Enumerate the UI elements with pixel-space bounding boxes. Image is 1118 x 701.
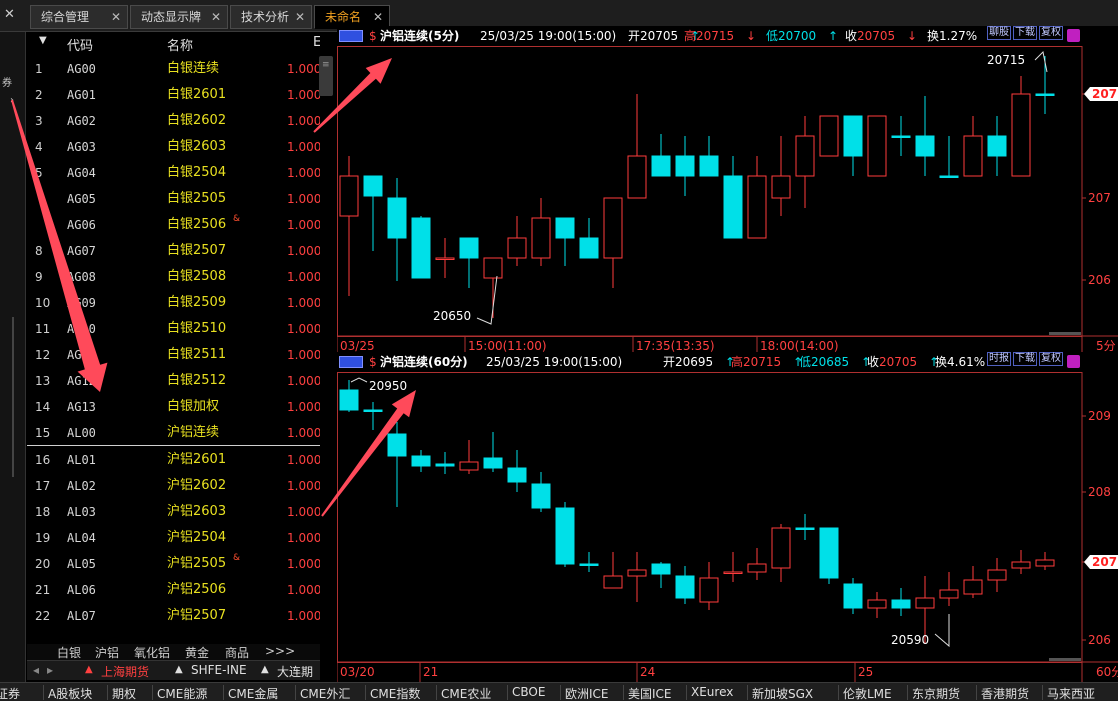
tab-separator <box>43 685 44 700</box>
market-tab[interactable]: 期权 <box>112 685 136 701</box>
tab-separator <box>1042 685 1043 700</box>
tab-separator <box>686 685 687 700</box>
market-tab[interactable]: CME金属 <box>228 685 278 701</box>
tab-separator <box>838 685 839 700</box>
tab-separator <box>295 685 296 700</box>
market-tab[interactable]: CME指数 <box>370 685 420 701</box>
market-tab[interactable]: CBOE <box>512 685 545 699</box>
market-tab[interactable]: 香港期货 <box>981 685 1029 701</box>
tab-separator <box>365 685 366 700</box>
market-tab[interactable]: CME农业 <box>441 685 491 701</box>
market-tab[interactable]: XEurex <box>691 685 733 699</box>
tab-separator <box>436 685 437 700</box>
tab-separator <box>152 685 153 700</box>
market-tab[interactable]: A股板块 <box>48 685 92 701</box>
market-tab[interactable]: 欧洲ICE <box>565 685 609 701</box>
market-tab[interactable]: CME外汇 <box>300 685 350 701</box>
market-tab[interactable]: 马来西亚 <box>1047 685 1095 701</box>
annotation-arrow <box>11 99 108 392</box>
market-tab[interactable]: 东京期货 <box>912 685 960 701</box>
tab-separator <box>976 685 977 700</box>
tab-separator <box>223 685 224 700</box>
market-tab[interactable]: 证券 <box>0 685 20 701</box>
app-window: ✕ 综合管理 ✕ 动态显示牌 ✕ 技术分析 ✕ 未命名 ✕ 券 › ▼ 代码 名… <box>0 0 1118 701</box>
tab-separator <box>107 685 108 700</box>
tab-separator <box>560 685 561 700</box>
market-tab[interactable]: 美国ICE <box>628 685 672 701</box>
tab-separator <box>907 685 908 700</box>
annotation-arrows <box>11 58 416 517</box>
market-bar: 证券 A股板块 期权 CME能源 CME金属 CME外汇 CME指数 CME农业 CBOE 欧洲I… <box>0 682 1118 701</box>
tab-separator <box>747 685 748 700</box>
market-tab[interactable]: CME能源 <box>157 685 207 701</box>
tab-separator <box>623 685 624 700</box>
annotation-arrow <box>313 58 392 133</box>
annotation-arrow <box>321 390 416 517</box>
market-tab[interactable]: 伦敦LME <box>843 685 892 701</box>
tab-separator <box>507 685 508 700</box>
market-tab[interactable]: 新加坡SGX <box>752 685 813 701</box>
